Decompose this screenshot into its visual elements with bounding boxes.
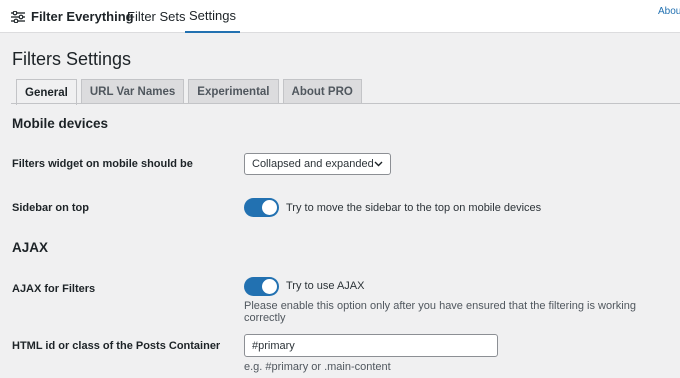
page-title: Filters Settings	[12, 49, 132, 69]
widget-mobile-select[interactable]: Collapsed and expanded	[244, 153, 391, 175]
toggle-knob	[262, 200, 277, 215]
ajax-for-filters-label: AJAX for Filters	[12, 283, 96, 295]
sidebar-on-top-text: Try to move the sidebar to the top on mo…	[286, 202, 542, 214]
filter-sliders-icon	[11, 10, 25, 23]
posts-container-label: HTML id or class of the Posts Container	[12, 340, 221, 352]
ajax-help-text: Please enable this option only after you…	[244, 300, 636, 324]
top-bar: Filter Everything Filter Sets Settings A…	[0, 0, 680, 33]
ajax-for-filters-text: Try to use AJAX	[286, 280, 365, 292]
brand[interactable]: Filter Everything	[11, 0, 134, 33]
sidebar-on-top-toggle[interactable]	[244, 198, 279, 217]
brand-name: Filter Everything	[31, 9, 134, 24]
settings-tabs: General URL Var Names Experimental About…	[16, 79, 362, 105]
tab-experimental[interactable]: Experimental	[188, 79, 279, 104]
posts-container-help: e.g. #primary or .main-content	[244, 361, 391, 373]
nav-filter-sets[interactable]: Filter Sets	[127, 0, 186, 33]
sidebar-on-top-label: Sidebar on top	[12, 202, 89, 214]
widget-mobile-select-value: Collapsed and expanded	[252, 158, 374, 170]
ajax-for-filters-toggle[interactable]	[244, 277, 279, 296]
toggle-knob	[262, 279, 277, 294]
section-heading-mobile: Mobile devices	[12, 116, 109, 131]
tab-general[interactable]: General	[16, 79, 77, 105]
nav-settings[interactable]: Settings	[185, 0, 240, 33]
chevron-down-icon	[374, 161, 383, 167]
posts-container-input[interactable]	[244, 334, 498, 357]
tabs-divider	[11, 103, 680, 104]
tab-url-var-names[interactable]: URL Var Names	[80, 79, 185, 104]
section-heading-ajax: AJAX	[12, 240, 49, 255]
about-link[interactable]: About	[658, 6, 680, 17]
widget-mobile-label: Filters widget on mobile should be	[12, 158, 193, 170]
tab-about-pro[interactable]: About PRO	[282, 79, 362, 104]
